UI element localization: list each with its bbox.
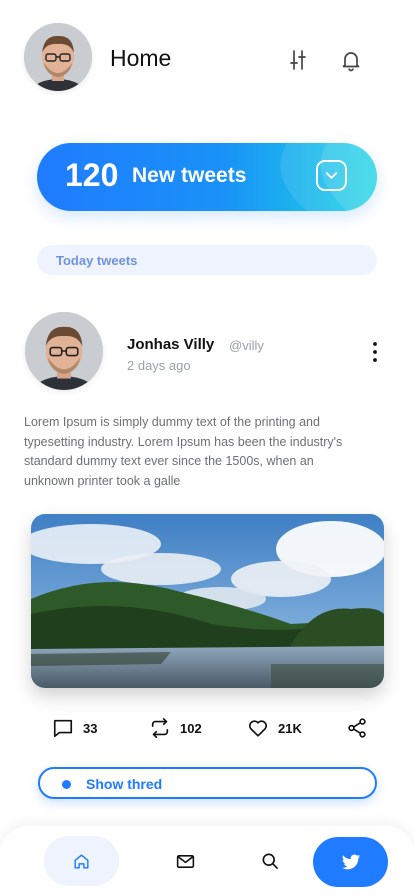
nav-messages[interactable]: [160, 836, 210, 886]
retweet-action[interactable]: 102: [149, 716, 202, 740]
today-tweets-label-pill: Today tweets: [37, 245, 377, 275]
profile-avatar[interactable]: [24, 23, 92, 91]
retweet-icon: [151, 718, 169, 738]
tweet-body-text: Lorem Ipsum is simply dummy text of the …: [24, 415, 343, 488]
nav-home[interactable]: [44, 836, 119, 886]
share-action[interactable]: [346, 716, 368, 740]
retweet-count: 102: [180, 720, 202, 736]
more-options-icon[interactable]: [364, 340, 386, 364]
tweet-timestamp: 2 days ago: [127, 358, 191, 373]
share-icon: [348, 718, 366, 738]
new-tweets-label: New tweets: [132, 164, 247, 187]
compose-tweet-button[interactable]: [313, 837, 388, 887]
home-icon: [74, 853, 89, 869]
like-count: 21K: [278, 720, 302, 736]
tweet-author-name[interactable]: Jonhas Villy: [127, 336, 214, 353]
new-tweets-count: 120: [65, 157, 119, 193]
sliders-icon[interactable]: [284, 46, 312, 74]
tweet-author-avatar[interactable]: [25, 312, 103, 390]
comment-icon: [53, 719, 73, 738]
show-thread-label: Show thred: [86, 776, 163, 792]
heart-icon: [248, 720, 268, 737]
comment-action[interactable]: 33: [52, 716, 97, 740]
tweet-author-handle[interactable]: @villy: [229, 338, 264, 353]
thread-dot-icon: [62, 780, 71, 789]
twitter-bird-icon: [341, 854, 360, 870]
comment-count: 33: [83, 720, 98, 736]
show-thread-button[interactable]: Show thred: [38, 767, 377, 799]
bell-icon[interactable]: [337, 46, 365, 74]
chevron-down-icon[interactable]: [316, 160, 347, 191]
new-tweets-banner[interactable]: 120 New tweets: [37, 143, 377, 211]
search-icon: [262, 853, 278, 869]
page-title: Home: [110, 45, 172, 71]
nav-search[interactable]: [245, 836, 295, 886]
section-label: Today tweets: [56, 253, 138, 268]
mail-icon: [176, 854, 194, 868]
like-action[interactable]: 21K: [247, 716, 302, 740]
tweet-image[interactable]: [31, 514, 384, 688]
